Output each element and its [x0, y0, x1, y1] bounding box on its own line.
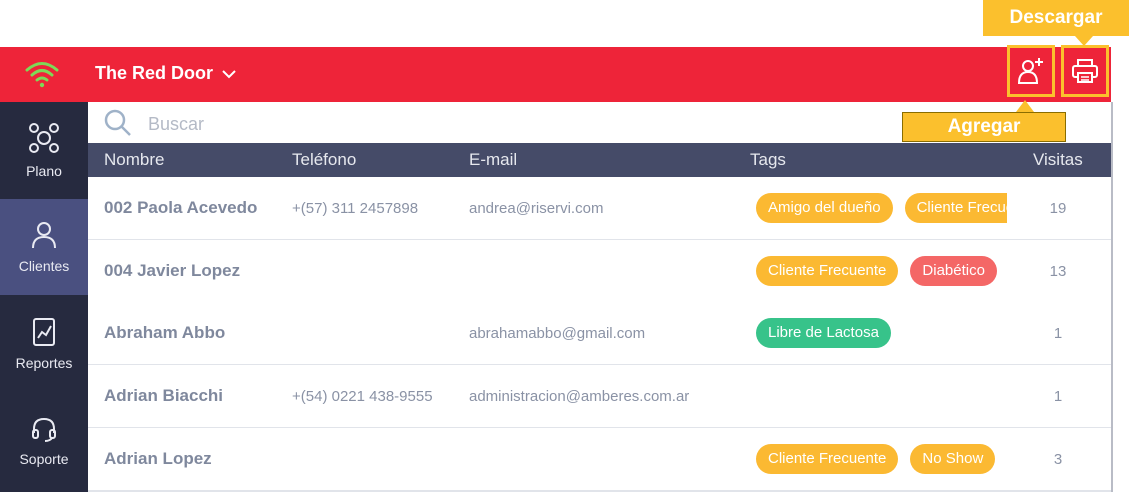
table-row[interactable]: Adrian Biacchi +(54) 0221 438-9555 admin…	[88, 365, 1111, 429]
tag-badge: Cliente Frecuente	[904, 193, 1007, 223]
table-row[interactable]: Adrian Lopez Cliente Frecuente No Show 3	[88, 428, 1111, 492]
client-email: administracion@amberes.com.ar	[469, 388, 690, 405]
client-tags: Libre de Lactosa	[756, 318, 1007, 350]
tag-badge: Diabético	[910, 256, 997, 286]
client-name: 002 Paola Acevedo	[104, 198, 258, 217]
tag-badge: No Show	[910, 444, 996, 474]
sidebar-item-label: Soporte	[19, 451, 69, 467]
client-phone: +(57) 311 2457898	[292, 200, 419, 217]
sidebar-item-plano[interactable]: Plano	[0, 102, 88, 198]
report-icon	[33, 318, 55, 346]
search-icon	[104, 109, 131, 136]
add-user-icon	[1017, 58, 1043, 84]
client-visits: 1	[1053, 388, 1063, 405]
client-email: abrahamabbo@gmail.com	[469, 325, 646, 342]
client-name: Adrian Lopez	[104, 449, 212, 468]
restaurant-selector[interactable]: The Red Door	[95, 63, 237, 84]
search-input[interactable]	[146, 110, 650, 138]
client-tags: Amigo del dueño Cliente Frecuente	[756, 193, 1007, 225]
table-header: Nombre Teléfono E-mail Tags Visitas	[88, 143, 1112, 177]
client-visits: 3	[1053, 451, 1063, 468]
content-border	[1111, 102, 1113, 492]
client-phone: +(54) 0221 438-9555	[292, 388, 433, 405]
restaurant-name: The Red Door	[95, 63, 214, 83]
tag-badge: Amigo del dueño	[756, 193, 893, 223]
headset-icon	[32, 417, 56, 442]
sidebar: Plano Clientes Reportes Soporte	[0, 102, 88, 492]
client-tags: Cliente Frecuente No Show	[756, 444, 1007, 476]
sidebar-item-label: Reportes	[15, 355, 73, 371]
download-callout: Descargar	[983, 0, 1129, 36]
table-row[interactable]: Abraham Abbo abrahamabbo@gmail.com Libre…	[88, 302, 1111, 366]
client-tags: Cliente Frecuente Diabético	[756, 256, 1007, 288]
sidebar-item-label: Plano	[26, 163, 62, 179]
print-button[interactable]	[1061, 45, 1109, 97]
chevron-down-icon	[222, 69, 236, 78]
column-header-email[interactable]: E-mail	[469, 150, 517, 170]
column-header-phone[interactable]: Teléfono	[292, 150, 356, 170]
tag-badge: Cliente Frecuente	[756, 256, 899, 286]
add-callout-arrow	[1016, 100, 1034, 112]
client-email: andrea@riservi.com	[469, 200, 604, 217]
column-header-visits[interactable]: Visitas	[1033, 150, 1083, 170]
tag-badge: Libre de Lactosa	[756, 318, 891, 348]
add-callout: Agregar	[902, 112, 1066, 142]
add-client-button[interactable]	[1007, 45, 1055, 97]
wifi-icon	[25, 62, 59, 88]
client-name: 004 Javier Lopez	[104, 261, 241, 280]
client-tags	[756, 381, 1007, 413]
column-header-name[interactable]: Nombre	[104, 150, 164, 170]
sidebar-item-label: Clientes	[18, 258, 70, 274]
client-visits: 19	[1049, 200, 1067, 217]
top-bar: The Red Door	[0, 45, 1111, 102]
table-row[interactable]: 002 Paola Acevedo +(57) 311 2457898 andr…	[88, 177, 1111, 241]
user-icon	[32, 222, 56, 249]
sidebar-item-reportes[interactable]: Reportes	[0, 296, 88, 392]
sidebar-item-soporte[interactable]: Soporte	[0, 393, 88, 489]
client-name: Abraham Abbo	[104, 323, 226, 342]
table-row[interactable]: 004 Javier Lopez Cliente Frecuente Diabét…	[88, 240, 1111, 304]
client-visits: 13	[1049, 263, 1067, 280]
printer-icon	[1072, 59, 1098, 83]
column-header-tags[interactable]: Tags	[750, 150, 786, 170]
client-name: Adrian Biacchi	[104, 386, 224, 405]
tag-badge: Cliente Frecuente	[756, 444, 899, 474]
client-visits: 1	[1053, 325, 1063, 342]
floor-plan-icon	[29, 123, 59, 153]
sidebar-item-clientes[interactable]: Clientes	[0, 199, 88, 295]
